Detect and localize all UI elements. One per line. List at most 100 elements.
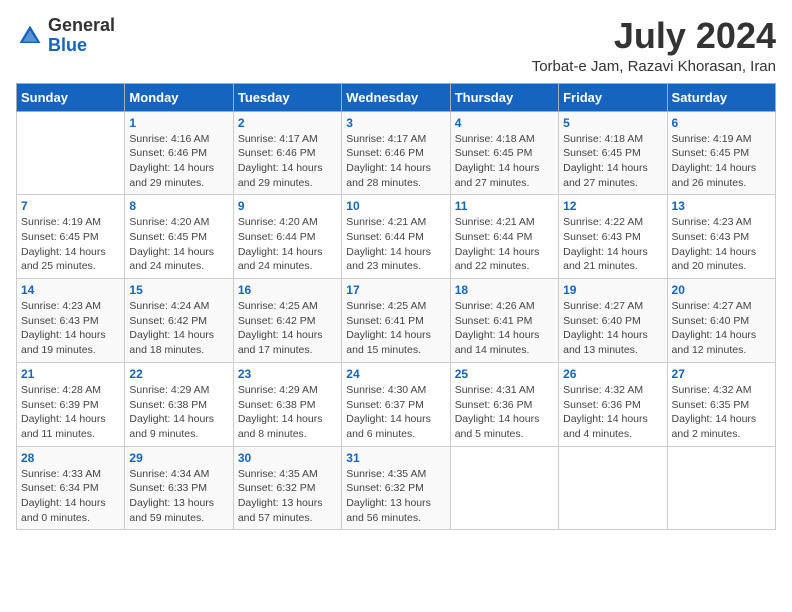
- logo-icon: [16, 22, 44, 50]
- calendar-cell: 17 Sunrise: 4:25 AM Sunset: 6:41 PM Dayli…: [342, 279, 450, 363]
- day-number: 27: [672, 367, 771, 381]
- day-content: Sunrise: 4:30 AM Sunset: 6:37 PM Dayligh…: [346, 383, 445, 442]
- logo: General Blue: [16, 16, 115, 56]
- day-number: 15: [129, 283, 228, 297]
- day-content: Sunrise: 4:16 AM Sunset: 6:46 PM Dayligh…: [129, 132, 228, 191]
- calendar-cell: 4 Sunrise: 4:18 AM Sunset: 6:45 PM Daylig…: [450, 111, 558, 195]
- location-title: Torbat-e Jam, Razavi Khorasan, Iran: [532, 58, 776, 75]
- calendar-cell: 9 Sunrise: 4:20 AM Sunset: 6:44 PM Daylig…: [233, 195, 341, 279]
- day-content: Sunrise: 4:32 AM Sunset: 6:35 PM Dayligh…: [672, 383, 771, 442]
- calendar-cell: [450, 446, 558, 530]
- day-number: 25: [455, 367, 554, 381]
- calendar-cell: 3Sunrise: 4:17 AM Sunset: 6:46 PM Daylig…: [342, 111, 450, 195]
- column-header-tuesday: Tuesday: [233, 83, 341, 111]
- calendar-cell: 24 Sunrise: 4:30 AM Sunset: 6:37 PM Dayli…: [342, 362, 450, 446]
- calendar-cell: 22 Sunrise: 4:29 AM Sunset: 6:38 PM Dayli…: [125, 362, 233, 446]
- day-content: Sunrise: 4:17 AM Sunset: 6:46 PM Dayligh…: [238, 132, 337, 191]
- title-block: July 2024 Torbat-e Jam, Razavi Khorasan,…: [532, 16, 776, 75]
- day-number: 4: [455, 116, 554, 130]
- calendar-week-1: 1 Sunrise: 4:16 AM Sunset: 6:46 PM Daylig…: [17, 111, 776, 195]
- day-number: 31: [346, 451, 445, 465]
- calendar-cell: 5 Sunrise: 4:18 AM Sunset: 6:45 PM Daylig…: [559, 111, 667, 195]
- day-number: 2: [238, 116, 337, 130]
- day-number: 18: [455, 283, 554, 297]
- day-number: 26: [563, 367, 662, 381]
- calendar-cell: 27 Sunrise: 4:32 AM Sunset: 6:35 PM Dayli…: [667, 362, 775, 446]
- column-header-wednesday: Wednesday: [342, 83, 450, 111]
- day-content: Sunrise: 4:29 AM Sunset: 6:38 PM Dayligh…: [238, 383, 337, 442]
- day-content: Sunrise: 4:35 AM Sunset: 6:32 PM Dayligh…: [346, 467, 445, 526]
- day-number: 24: [346, 367, 445, 381]
- day-content: Sunrise: 4:20 AM Sunset: 6:44 PM Dayligh…: [238, 215, 337, 274]
- calendar-table: SundayMondayTuesdayWednesdayThursdayFrid…: [16, 83, 776, 531]
- calendar-week-5: 28 Sunrise: 4:33 AM Sunset: 6:34 PM Dayli…: [17, 446, 776, 530]
- calendar-week-3: 14 Sunrise: 4:23 AM Sunset: 6:43 PM Dayli…: [17, 279, 776, 363]
- day-content: Sunrise: 4:23 AM Sunset: 6:43 PM Dayligh…: [21, 299, 120, 358]
- day-content: Sunrise: 4:33 AM Sunset: 6:34 PM Dayligh…: [21, 467, 120, 526]
- calendar-cell: 10Sunrise: 4:21 AM Sunset: 6:44 PM Dayli…: [342, 195, 450, 279]
- day-content: Sunrise: 4:20 AM Sunset: 6:45 PM Dayligh…: [129, 215, 228, 274]
- day-content: Sunrise: 4:19 AM Sunset: 6:45 PM Dayligh…: [672, 132, 771, 191]
- day-content: Sunrise: 4:29 AM Sunset: 6:38 PM Dayligh…: [129, 383, 228, 442]
- calendar-cell: 1 Sunrise: 4:16 AM Sunset: 6:46 PM Daylig…: [125, 111, 233, 195]
- day-content: Sunrise: 4:23 AM Sunset: 6:43 PM Dayligh…: [672, 215, 771, 274]
- day-content: Sunrise: 4:19 AM Sunset: 6:45 PM Dayligh…: [21, 215, 120, 274]
- calendar-cell: 20 Sunrise: 4:27 AM Sunset: 6:40 PM Dayli…: [667, 279, 775, 363]
- day-content: Sunrise: 4:32 AM Sunset: 6:36 PM Dayligh…: [563, 383, 662, 442]
- calendar-cell: 16 Sunrise: 4:25 AM Sunset: 6:42 PM Dayli…: [233, 279, 341, 363]
- day-number: 7: [21, 199, 120, 213]
- day-number: 6: [672, 116, 771, 130]
- day-content: Sunrise: 4:34 AM Sunset: 6:33 PM Dayligh…: [129, 467, 228, 526]
- logo-general: General: [48, 16, 115, 36]
- day-number: 17: [346, 283, 445, 297]
- day-content: Sunrise: 4:22 AM Sunset: 6:43 PM Dayligh…: [563, 215, 662, 274]
- calendar-cell: 25 Sunrise: 4:31 AM Sunset: 6:36 PM Dayli…: [450, 362, 558, 446]
- day-number: 23: [238, 367, 337, 381]
- day-content: Sunrise: 4:18 AM Sunset: 6:45 PM Dayligh…: [563, 132, 662, 191]
- day-number: 29: [129, 451, 228, 465]
- day-number: 11: [455, 199, 554, 213]
- day-number: 19: [563, 283, 662, 297]
- day-number: 13: [672, 199, 771, 213]
- day-content: Sunrise: 4:25 AM Sunset: 6:41 PM Dayligh…: [346, 299, 445, 358]
- calendar-cell: 18 Sunrise: 4:26 AM Sunset: 6:41 PM Dayli…: [450, 279, 558, 363]
- day-content: Sunrise: 4:25 AM Sunset: 6:42 PM Dayligh…: [238, 299, 337, 358]
- calendar-cell: 13 Sunrise: 4:23 AM Sunset: 6:43 PM Dayli…: [667, 195, 775, 279]
- day-number: 21: [21, 367, 120, 381]
- day-number: 16: [238, 283, 337, 297]
- calendar-cell: 2 Sunrise: 4:17 AM Sunset: 6:46 PM Daylig…: [233, 111, 341, 195]
- day-number: 8: [129, 199, 228, 213]
- day-content: Sunrise: 4:21 AM Sunset: 6:44 PM Dayligh…: [455, 215, 554, 274]
- day-number: 12: [563, 199, 662, 213]
- day-content: Sunrise: 4:28 AM Sunset: 6:39 PM Dayligh…: [21, 383, 120, 442]
- day-number: 20: [672, 283, 771, 297]
- day-content: Sunrise: 4:27 AM Sunset: 6:40 PM Dayligh…: [672, 299, 771, 358]
- page-header: General Blue July 2024 Torbat-e Jam, Raz…: [16, 16, 776, 75]
- column-header-friday: Friday: [559, 83, 667, 111]
- calendar-cell: 30Sunrise: 4:35 AM Sunset: 6:32 PM Dayli…: [233, 446, 341, 530]
- calendar-cell: 11 Sunrise: 4:21 AM Sunset: 6:44 PM Dayli…: [450, 195, 558, 279]
- day-number: 14: [21, 283, 120, 297]
- calendar-cell: 7 Sunrise: 4:19 AM Sunset: 6:45 PM Daylig…: [17, 195, 125, 279]
- column-header-saturday: Saturday: [667, 83, 775, 111]
- day-number: 28: [21, 451, 120, 465]
- day-number: 1: [129, 116, 228, 130]
- day-content: Sunrise: 4:31 AM Sunset: 6:36 PM Dayligh…: [455, 383, 554, 442]
- day-number: 22: [129, 367, 228, 381]
- calendar-cell: 12 Sunrise: 4:22 AM Sunset: 6:43 PM Dayli…: [559, 195, 667, 279]
- calendar-cell: 21 Sunrise: 4:28 AM Sunset: 6:39 PM Dayli…: [17, 362, 125, 446]
- calendar-cell: [667, 446, 775, 530]
- day-content: Sunrise: 4:18 AM Sunset: 6:45 PM Dayligh…: [455, 132, 554, 191]
- column-header-thursday: Thursday: [450, 83, 558, 111]
- calendar-cell: 23 Sunrise: 4:29 AM Sunset: 6:38 PM Dayli…: [233, 362, 341, 446]
- calendar-cell: 29 Sunrise: 4:34 AM Sunset: 6:33 PM Dayli…: [125, 446, 233, 530]
- calendar-cell: [17, 111, 125, 195]
- day-content: Sunrise: 4:26 AM Sunset: 6:41 PM Dayligh…: [455, 299, 554, 358]
- day-number: 9: [238, 199, 337, 213]
- day-number: 5: [563, 116, 662, 130]
- day-content: Sunrise: 4:27 AM Sunset: 6:40 PM Dayligh…: [563, 299, 662, 358]
- calendar-cell: 26 Sunrise: 4:32 AM Sunset: 6:36 PM Dayli…: [559, 362, 667, 446]
- day-content: Sunrise: 4:24 AM Sunset: 6:42 PM Dayligh…: [129, 299, 228, 358]
- day-content: Sunrise: 4:21 AM Sunset: 6:44 PM Dayligh…: [346, 215, 445, 274]
- column-header-sunday: Sunday: [17, 83, 125, 111]
